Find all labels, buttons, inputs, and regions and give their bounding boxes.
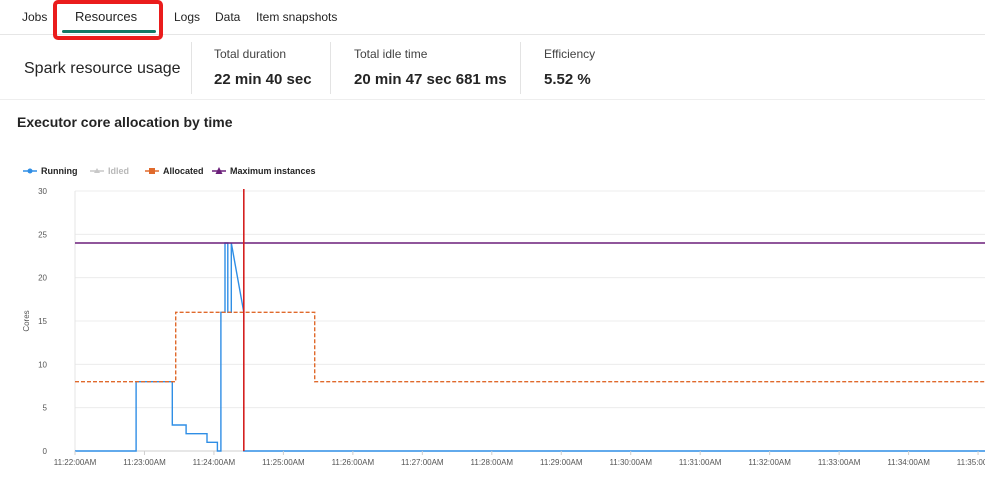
- x-tick-label: 11:23:00AM: [123, 458, 166, 467]
- total-duration-value: 22 min 40 sec: [214, 71, 312, 88]
- legend-idled-marker-icon: [90, 166, 104, 176]
- x-tick-label: 11:29:00AM: [540, 458, 583, 467]
- y-tick-label: 5: [43, 404, 48, 413]
- legend-allocated[interactable]: Allocated: [145, 166, 204, 176]
- legend-running-marker-icon: [23, 166, 37, 176]
- x-tick-label: 11:27:00AM: [401, 458, 444, 467]
- legend-idled-label: Idled: [108, 166, 130, 176]
- annotation-highlight-box: [53, 0, 163, 40]
- x-tick-label: 11:35:00AM: [957, 458, 985, 467]
- efficiency-label: Efficiency: [544, 47, 596, 61]
- total-duration-label: Total duration: [214, 47, 287, 61]
- divider: [520, 42, 521, 94]
- y-tick-label: 15: [38, 317, 47, 326]
- total-idle-label: Total idle time: [354, 47, 428, 61]
- tab-data[interactable]: Data: [215, 0, 240, 34]
- axis-layer: 0 5 10 15 20 25 30 Cores 11:22:00AM 11:23:00AM 11:…: [22, 187, 985, 467]
- x-tick-label: 11:34:00AM: [887, 458, 930, 467]
- legend-maximum-instances-marker-icon: [212, 166, 226, 176]
- resource-summary: Spark resource usage Total duration 22 m…: [0, 35, 985, 100]
- series-allocated: [75, 311, 985, 383]
- tab-item-snapshots[interactable]: Item snapshots: [256, 0, 337, 34]
- x-tick-label: 11:28:00AM: [471, 458, 514, 467]
- tab-bar: Jobs Resources Logs Data Item snapshots: [0, 0, 985, 40]
- legend-running[interactable]: Running: [23, 166, 78, 176]
- legend-allocated-marker-icon: [145, 166, 159, 176]
- legend-maximum-instances-label: Maximum instances: [230, 166, 316, 176]
- legend-running-label: Running: [41, 166, 78, 176]
- legend-idled[interactable]: Idled: [90, 166, 129, 176]
- x-tick-label: 11:25:00AM: [262, 458, 305, 467]
- tab-logs[interactable]: Logs: [174, 0, 200, 34]
- grid-layer: [74, 190, 985, 452]
- chart-title: Executor core allocation by time: [17, 114, 233, 130]
- efficiency-value: 5.52 %: [544, 71, 591, 88]
- summary-title: Spark resource usage: [24, 60, 181, 77]
- x-tick-label: 11:24:00AM: [193, 458, 236, 467]
- y-tick-label: 10: [38, 360, 47, 369]
- tab-jobs[interactable]: Jobs: [22, 0, 47, 34]
- y-tick-label: 20: [38, 274, 47, 283]
- x-tick-label: 11:32:00AM: [748, 458, 791, 467]
- executor-core-chart: 0 5 10 15 20 25 30 Cores 11:22:00AM 11:23:00AM 11:…: [22, 187, 985, 467]
- x-tick-label: 11:33:00AM: [818, 458, 861, 467]
- divider: [191, 42, 192, 94]
- series-running: [75, 242, 985, 452]
- y-tick-label: 0: [43, 447, 48, 456]
- y-tick-label: 25: [38, 230, 47, 239]
- x-tick-label: 11:22:00AM: [54, 458, 97, 467]
- divider: [330, 42, 331, 94]
- x-tick-label: 11:26:00AM: [332, 458, 375, 467]
- x-tick-label: 11:31:00AM: [679, 458, 722, 467]
- y-tick-label: 30: [38, 187, 47, 196]
- legend-maximum-instances[interactable]: Maximum instances: [212, 166, 316, 176]
- series-layer: [75, 189, 985, 452]
- legend-allocated-label: Allocated: [163, 166, 204, 176]
- x-tick-label: 11:30:00AM: [609, 458, 652, 467]
- y-axis-label: Cores: [22, 310, 31, 331]
- total-idle-value: 20 min 47 sec 681 ms: [354, 71, 507, 88]
